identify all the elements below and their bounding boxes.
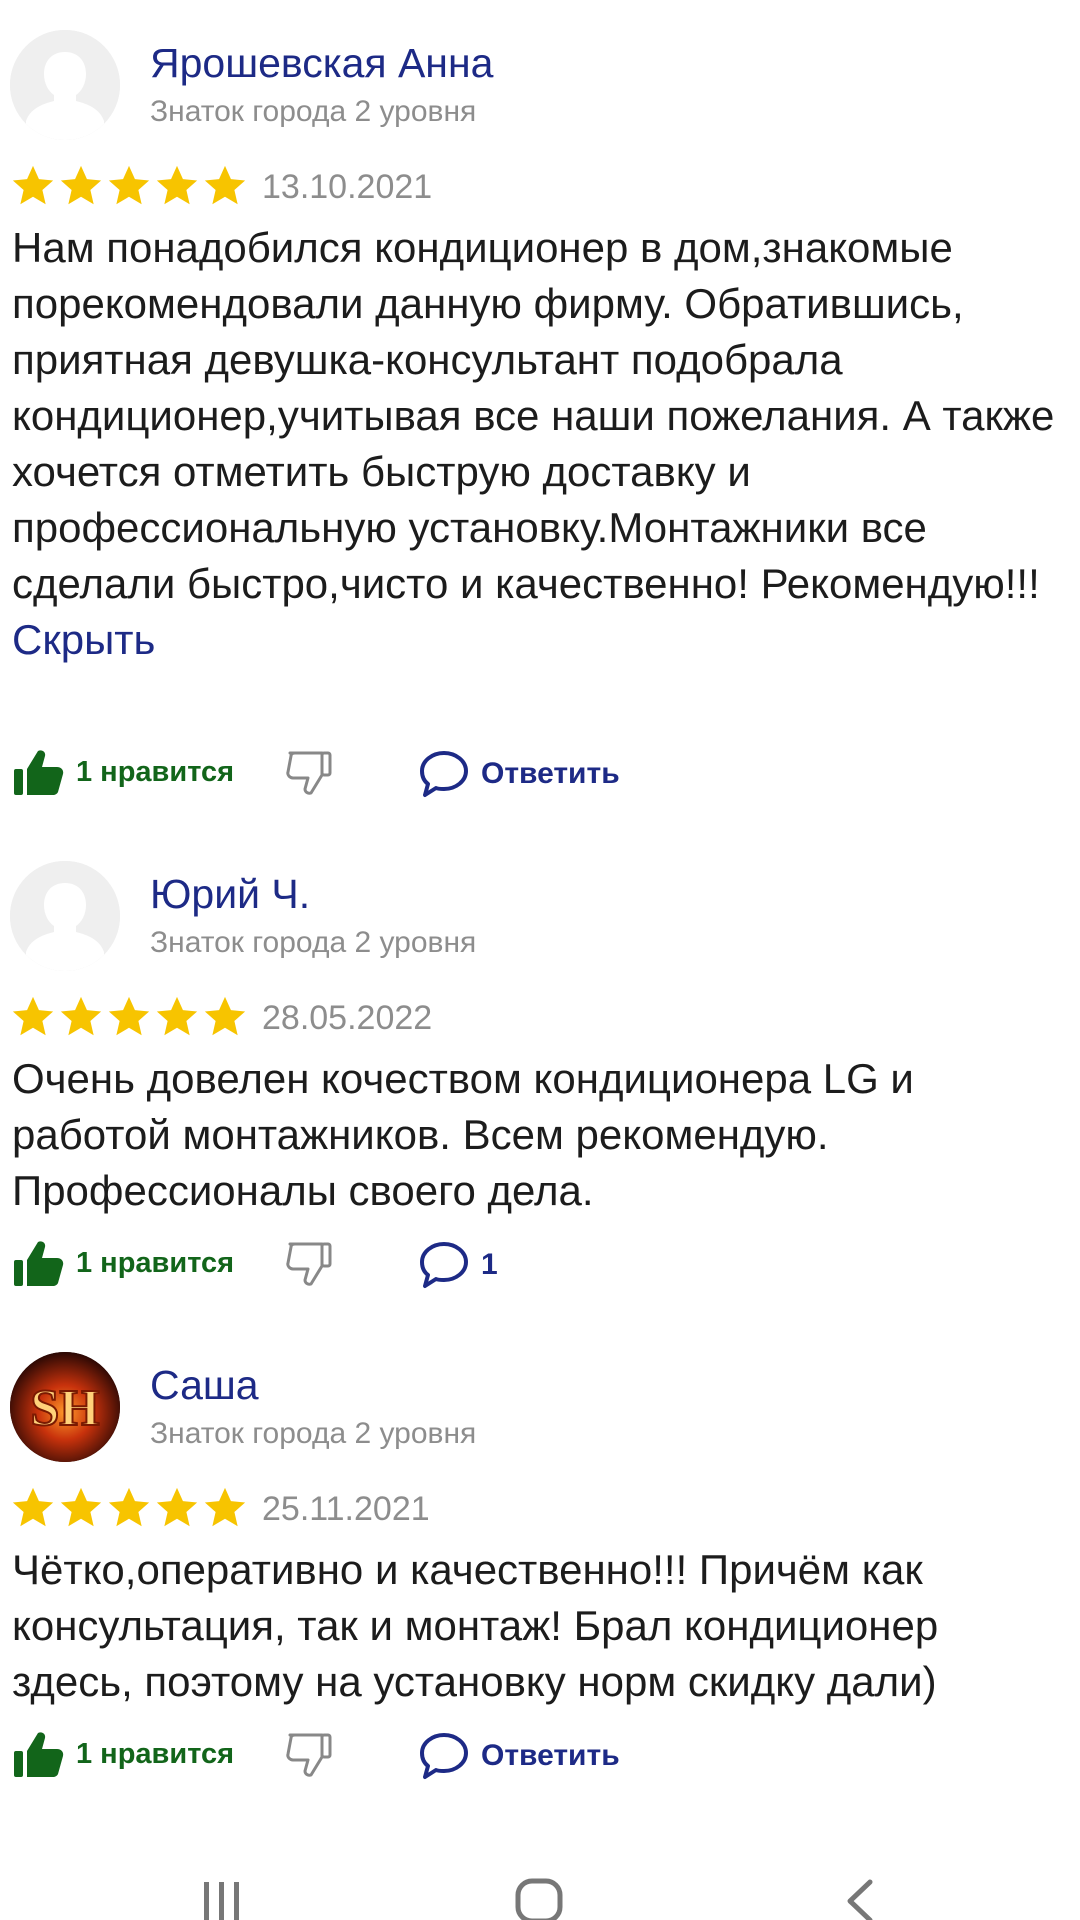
review-actions: 1 нравится Ответить bbox=[12, 1727, 1072, 1789]
thumbs-up-icon bbox=[14, 1732, 64, 1777]
like-count-label: 1 нравится bbox=[76, 1737, 235, 1770]
star-icon bbox=[108, 996, 150, 1036]
system-nav-bar bbox=[0, 1860, 1080, 1920]
author-name[interactable]: Саша bbox=[150, 1362, 259, 1409]
thumbs-down-icon bbox=[286, 1733, 332, 1777]
like-count-label: 1 нравится bbox=[76, 755, 235, 788]
review-actions: 1 нравится 1 bbox=[12, 1236, 1072, 1298]
speech-bubble-icon bbox=[420, 1733, 468, 1779]
reply-button[interactable]: Ответить bbox=[417, 1729, 620, 1783]
star-icon bbox=[60, 996, 102, 1036]
default-person-icon[interactable] bbox=[10, 861, 120, 971]
star-icon bbox=[204, 165, 246, 205]
thumbs-up-icon bbox=[14, 1241, 64, 1286]
star-icon bbox=[60, 1487, 102, 1527]
star-icon bbox=[12, 1487, 54, 1527]
star-icon bbox=[108, 165, 150, 205]
reply-label: Ответить bbox=[481, 757, 620, 790]
star-icon bbox=[108, 1487, 150, 1527]
star-icon bbox=[60, 165, 102, 205]
review-text-block: Нам понадобился кондиционер в дом,знаком… bbox=[12, 220, 1067, 668]
dislike-button[interactable] bbox=[282, 1727, 336, 1786]
hide-link[interactable]: Скрыть bbox=[12, 612, 1067, 668]
reply-button[interactable]: Ответить bbox=[417, 747, 620, 801]
dislike-button[interactable] bbox=[282, 1236, 336, 1295]
star-icon bbox=[12, 165, 54, 205]
author-name[interactable]: Ярошевская Анна bbox=[150, 40, 493, 87]
reviews-page: Ярошевская Анна Знаток города 2 уровня 1… bbox=[0, 0, 1080, 1920]
review-text-block: Чётко,оперативно и качественно!!! Причём… bbox=[12, 1542, 1067, 1710]
rating-stars bbox=[10, 163, 248, 211]
back-icon[interactable] bbox=[842, 1878, 878, 1920]
dislike-button[interactable] bbox=[282, 745, 336, 804]
reply-button[interactable]: 1 bbox=[417, 1238, 498, 1292]
review-text: Чётко,оперативно и качественно!!! Причём… bbox=[12, 1546, 939, 1705]
author-level: Знаток города 2 уровня bbox=[150, 926, 477, 959]
default-person-icon[interactable] bbox=[10, 30, 120, 140]
star-icon bbox=[204, 1487, 246, 1527]
rating-stars bbox=[10, 994, 248, 1042]
like-button[interactable]: 1 нравится bbox=[12, 1236, 234, 1290]
review-actions: 1 нравится Ответить bbox=[12, 745, 1072, 807]
review-text: Нам понадобился кондиционер в дом,знаком… bbox=[12, 224, 1055, 607]
star-icon bbox=[156, 165, 198, 205]
review-text: Очень довелен кочеством кондиционера LG … bbox=[12, 1055, 914, 1214]
home-icon[interactable] bbox=[514, 1878, 564, 1920]
rating-stars bbox=[10, 1485, 248, 1533]
author-level: Знаток города 2 уровня bbox=[150, 1417, 477, 1450]
review-date: 25.11.2021 bbox=[262, 1490, 430, 1528]
speech-bubble-icon bbox=[420, 751, 468, 797]
star-icon bbox=[12, 996, 54, 1036]
thumbs-up-icon bbox=[14, 750, 64, 795]
thumbs-down-icon bbox=[286, 751, 332, 795]
star-icon bbox=[204, 996, 246, 1036]
recent-apps-icon[interactable] bbox=[198, 1880, 246, 1920]
author-name[interactable]: Юрий Ч. bbox=[150, 871, 310, 918]
like-button[interactable]: 1 нравится bbox=[12, 745, 234, 799]
author-level: Знаток города 2 уровня bbox=[150, 95, 477, 128]
avatar-initials: SH bbox=[30, 1380, 99, 1437]
speech-bubble-icon bbox=[420, 1242, 468, 1288]
review-date: 28.05.2022 bbox=[262, 999, 433, 1037]
reply-count-label: 1 bbox=[481, 1248, 498, 1281]
review-text-block: Очень довелен кочеством кондиционера LG … bbox=[12, 1051, 1067, 1219]
like-count-label: 1 нравится bbox=[76, 1246, 235, 1279]
star-icon bbox=[156, 996, 198, 1036]
review-date: 13.10.2021 bbox=[262, 168, 433, 206]
thumbs-down-icon bbox=[286, 1242, 332, 1286]
star-icon bbox=[156, 1487, 198, 1527]
reply-label: Ответить bbox=[481, 1739, 620, 1772]
like-button[interactable]: 1 нравится bbox=[12, 1727, 234, 1781]
sh-fire-logo[interactable]: SH bbox=[10, 1352, 120, 1462]
